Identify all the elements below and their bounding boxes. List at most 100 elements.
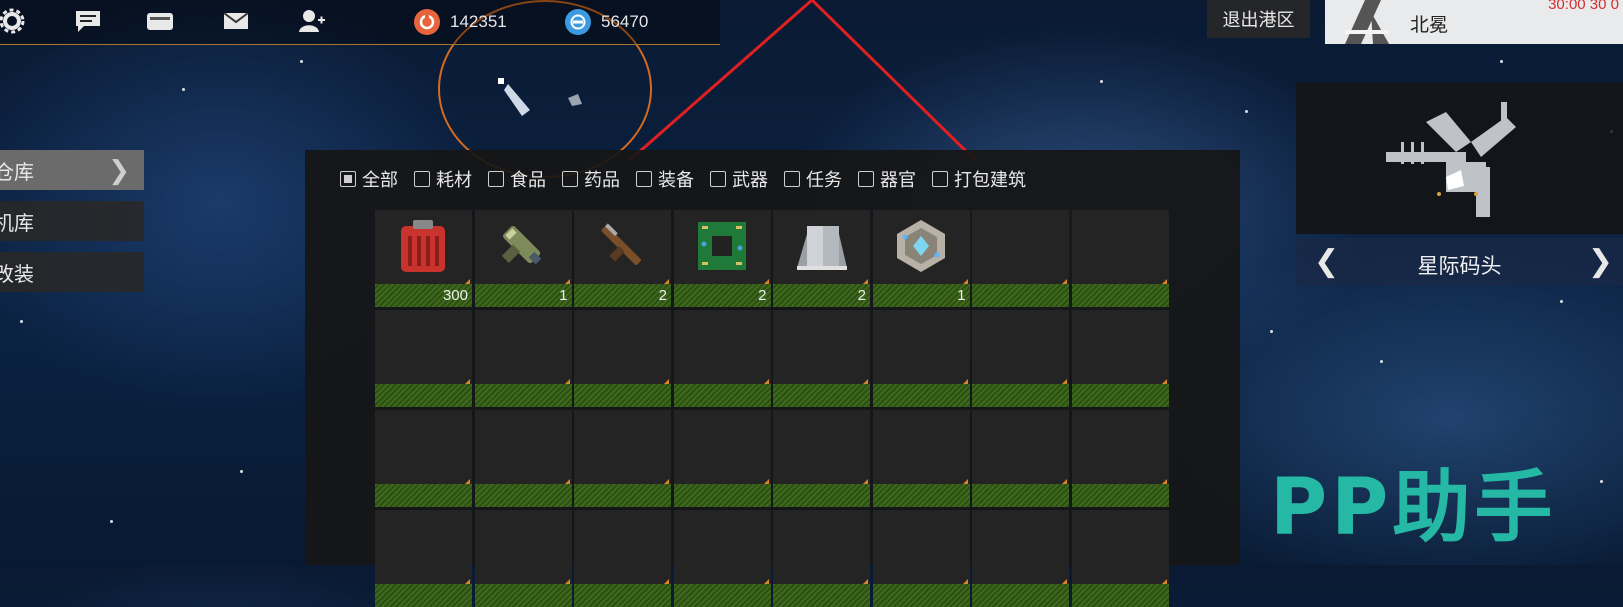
filter-option[interactable]: 药品	[562, 166, 620, 192]
filter-option[interactable]: 任务	[784, 166, 842, 192]
slot-quantity-bar	[1071, 484, 1169, 507]
item-quantity: 2	[857, 287, 866, 304]
slot-quantity-bar	[673, 484, 771, 507]
checkbox[interactable]	[488, 171, 504, 187]
mail-icon[interactable]	[222, 8, 250, 34]
station-selector: ❮ 星际码头 ❯	[1296, 238, 1623, 286]
inventory-slot[interactable]	[574, 410, 671, 507]
inventory-slot[interactable]: 2	[673, 210, 771, 307]
inventory-slot[interactable]	[375, 410, 472, 507]
checkbox[interactable]	[784, 171, 800, 187]
inventory-slot[interactable]	[972, 510, 1069, 607]
slot-quantity-bar: 2	[673, 284, 771, 307]
filter-label: 装备	[658, 170, 694, 191]
plasma-gun-icon	[501, 226, 541, 265]
checkbox[interactable]	[710, 171, 726, 187]
inventory-slot[interactable]	[1071, 510, 1169, 607]
location-name: 北冕	[1410, 14, 1449, 36]
inventory-slot[interactable]	[474, 310, 572, 407]
gear-icon[interactable]	[0, 8, 28, 34]
slot-quantity-bar	[972, 384, 1069, 407]
inventory-slot[interactable]	[1071, 210, 1169, 307]
inventory-slot[interactable]	[872, 310, 970, 407]
credits-counter: 142351	[414, 8, 507, 36]
slot-quantity-bar	[375, 584, 472, 607]
checkbox[interactable]	[636, 171, 652, 187]
slot-quantity-bar	[574, 384, 671, 407]
filter-option[interactable]: 武器	[710, 166, 768, 192]
sidebar-item-label: 仓库	[0, 159, 34, 184]
inventory-slot[interactable]	[673, 410, 771, 507]
inventory-slot[interactable]: 2	[574, 210, 671, 307]
checkbox[interactable]	[932, 171, 948, 187]
filter-option[interactable]: 打包建筑	[932, 166, 1026, 192]
filter-option[interactable]: 装备	[636, 166, 694, 192]
slot-quantity-bar	[773, 484, 870, 507]
inventory-slot[interactable]: 300	[375, 210, 472, 307]
slot-quantity-bar: 2	[574, 284, 671, 307]
inventory-slot[interactable]	[375, 510, 472, 607]
exit-port-button[interactable]: 退出港区	[1207, 0, 1310, 38]
fuel-canister-icon	[401, 220, 445, 272]
filter-option[interactable]: 器官	[858, 166, 916, 192]
slot-quantity-bar	[673, 384, 771, 407]
inventory-slot[interactable]	[872, 510, 970, 607]
slot-quantity-bar	[1071, 284, 1169, 307]
checkbox[interactable]	[414, 171, 430, 187]
inventory-slot[interactable]	[872, 410, 970, 507]
crystal-core-icon	[896, 220, 945, 272]
inventory-slot[interactable]	[972, 210, 1069, 307]
sidebar-item-hangar[interactable]: 机库	[0, 201, 144, 241]
inventory-slot[interactable]	[773, 310, 870, 407]
inventory-slot[interactable]	[673, 310, 771, 407]
sidebar-item-warehouse[interactable]: 仓库 ❯	[0, 150, 144, 190]
slot-quantity-bar	[673, 584, 771, 607]
exit-port-label: 退出港区	[1222, 10, 1295, 31]
slot-quantity-bar	[375, 384, 472, 407]
slot-quantity-bar	[1071, 584, 1169, 607]
inventory-slot[interactable]: 1	[872, 210, 970, 307]
inventory-slot[interactable]	[972, 410, 1069, 507]
slot-quantity-bar	[872, 484, 970, 507]
metal-plates-icon	[797, 226, 847, 270]
top-bar: 142351 56470	[0, 0, 720, 45]
credit-icon	[414, 9, 440, 35]
inventory-slot[interactable]	[972, 310, 1069, 407]
checkbox[interactable]	[562, 171, 578, 187]
sidebar-item-label: 机库	[0, 210, 34, 235]
item-quantity: 2	[658, 287, 667, 304]
inventory-slot[interactable]	[574, 510, 671, 607]
inventory-slot[interactable]: 1	[474, 210, 572, 307]
add-friend-icon[interactable]	[298, 8, 326, 34]
ship-icon[interactable]	[490, 70, 600, 130]
slot-quantity-bar	[574, 484, 671, 507]
chevron-right-icon: ❯	[108, 156, 130, 186]
station-map[interactable]	[1296, 82, 1623, 234]
inventory-slot[interactable]	[673, 510, 771, 607]
inventory-slot[interactable]	[474, 510, 572, 607]
inventory-slot[interactable]	[375, 310, 472, 407]
filter-option[interactable]: 耗材	[414, 166, 472, 192]
sidebar-item-modify[interactable]: 改装	[0, 252, 144, 292]
card-icon[interactable]	[146, 8, 174, 34]
alloy-value: 56470	[601, 12, 649, 31]
slot-quantity-bar: 1	[474, 284, 572, 307]
checkbox[interactable]	[340, 171, 356, 187]
filter-option[interactable]: 全部	[340, 166, 398, 192]
inventory-slot[interactable]	[773, 410, 870, 507]
slot-quantity-bar	[872, 584, 970, 607]
alloy-icon	[565, 9, 591, 35]
slot-quantity-bar	[872, 384, 970, 407]
checkbox[interactable]	[858, 171, 874, 187]
next-station-button[interactable]: ❯	[1588, 244, 1613, 279]
inventory-slot[interactable]	[1071, 310, 1169, 407]
inventory-slot[interactable]	[474, 410, 572, 507]
inventory-slot[interactable]	[773, 510, 870, 607]
inventory-slot[interactable]	[1071, 410, 1169, 507]
chat-icon[interactable]	[74, 8, 102, 34]
inventory-slot[interactable]	[574, 310, 671, 407]
inventory-slot[interactable]: 2	[773, 210, 870, 307]
filter-option[interactable]: 食品	[488, 166, 546, 192]
rifle-icon	[601, 223, 641, 265]
station-schematic-icon	[1386, 102, 1516, 217]
